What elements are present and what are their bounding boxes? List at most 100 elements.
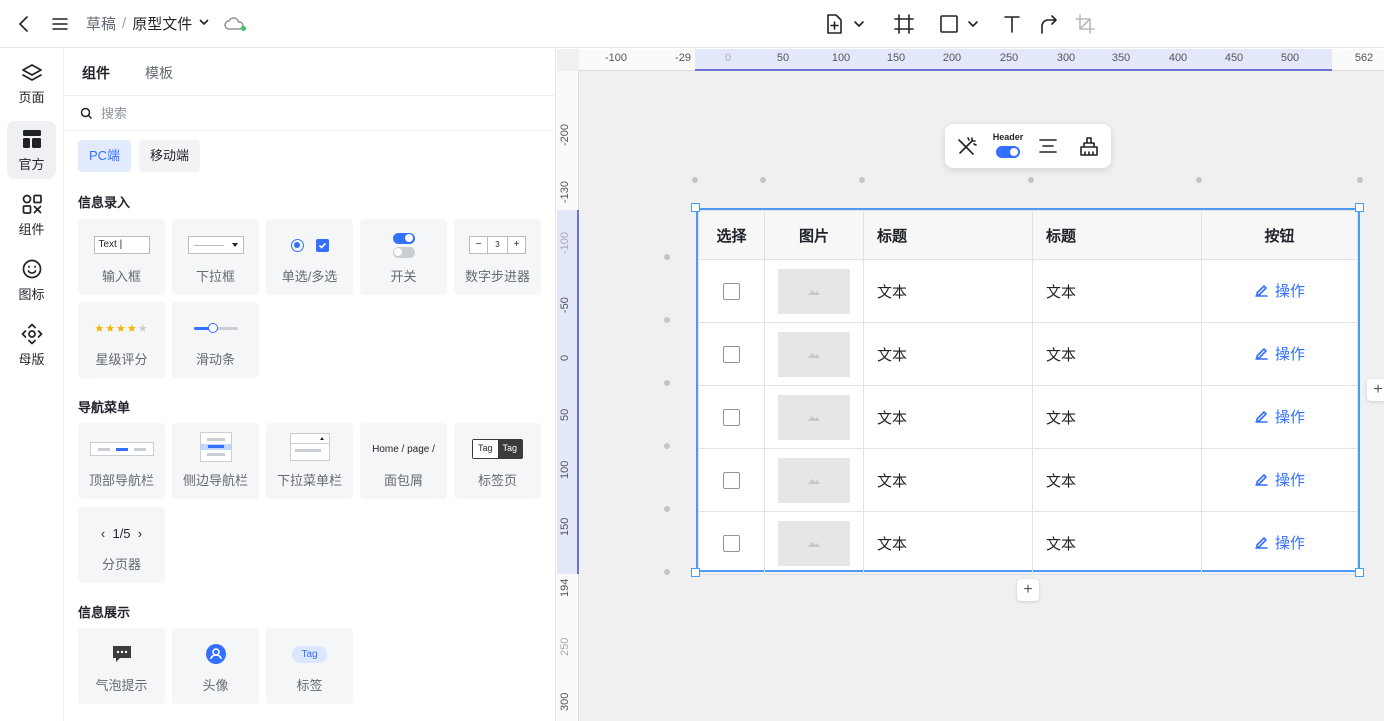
crop-tool-icon[interactable] <box>1073 12 1097 36</box>
row-checkbox[interactable] <box>723 345 740 363</box>
column-header[interactable]: 图片 <box>764 210 864 260</box>
breadcrumb-file-name[interactable]: 原型文件 <box>132 13 192 34</box>
chevron-down-icon[interactable] <box>198 15 210 32</box>
breadcrumb-draft[interactable]: 草稿 <box>86 13 116 34</box>
component-card-sidenav[interactable]: 侧边导航栏 <box>172 423 259 499</box>
component-card-slider[interactable]: 滑动条 <box>172 302 259 378</box>
platform-pc[interactable]: PC端 <box>78 140 132 172</box>
row-checkbox[interactable] <box>723 282 740 300</box>
row-checkbox[interactable] <box>723 534 740 552</box>
component-card-breadcrumb[interactable]: Home / page / 面包屑 <box>360 423 447 499</box>
component-card-stepper[interactable]: − 3 + 数字步进器 <box>454 219 541 295</box>
card-label: 头像 <box>202 678 229 693</box>
menu-icon[interactable] <box>48 12 72 36</box>
component-card-switch[interactable]: 开关 <box>360 219 447 295</box>
column-header[interactable]: 标题 <box>1032 210 1202 260</box>
column-header[interactable]: 按钮 <box>1201 210 1358 260</box>
row-handle-dot[interactable] <box>664 569 670 575</box>
component-card-tabs[interactable]: Tag Tag 标签页 <box>454 423 541 499</box>
panel-tabs: 组件 模板 <box>82 63 173 83</box>
row-handle-dot[interactable] <box>664 254 670 260</box>
rail-item-pages[interactable]: 页面 <box>7 55 56 113</box>
card-label: 下拉菜单栏 <box>276 473 342 488</box>
component-card-tooltip[interactable]: 气泡提示 <box>78 628 165 704</box>
row-handle-dot[interactable] <box>664 317 670 323</box>
component-card-pagination[interactable]: ‹ 1/5 › 分页器 <box>78 507 165 583</box>
column-handle-dot[interactable] <box>1357 177 1363 183</box>
operation-link[interactable]: 操作 <box>1254 406 1305 427</box>
ruler-tick: 400 <box>1168 52 1188 64</box>
column-handle-dot[interactable] <box>1028 177 1034 183</box>
card-label: 标签页 <box>477 473 517 488</box>
ruler-tick: -29 <box>675 52 691 64</box>
table-cell: 文本 <box>863 259 1033 323</box>
operation-link[interactable]: 操作 <box>1254 469 1305 490</box>
rail-item-components[interactable]: 组件 <box>7 186 56 244</box>
component-card-topnav[interactable]: 顶部导航栏 <box>78 423 165 499</box>
frame-tool-icon[interactable] <box>892 12 916 36</box>
component-card-dropdown-menu[interactable]: 下拉菜单栏 <box>266 423 353 499</box>
row-handle-dot[interactable] <box>664 380 670 386</box>
design-canvas[interactable]: -100 -29 0 50 100 150 200 250 300 350 40… <box>557 49 1384 721</box>
card-label: 滑动条 <box>195 352 235 367</box>
tab-templates[interactable]: 模板 <box>145 63 173 83</box>
resize-handle-top-left[interactable] <box>691 203 700 212</box>
column-header[interactable]: 标题 <box>863 210 1033 260</box>
component-card-rating[interactable]: ★★★★ ★ 星级评分 <box>78 302 165 378</box>
edit-icon <box>1255 348 1268 360</box>
operation-label: 操作 <box>1274 409 1305 426</box>
column-handle-dot[interactable] <box>1196 177 1202 183</box>
rail-item-official[interactable]: 官方 <box>7 121 56 179</box>
clear-format-icon[interactable] <box>1077 134 1101 158</box>
search-input[interactable] <box>101 105 401 121</box>
section-title-display: 信息展示 <box>78 605 131 620</box>
component-card-radio-checkbox[interactable]: 单选/多选 <box>266 219 353 295</box>
operation-label: 操作 <box>1274 472 1305 489</box>
align-center-icon[interactable] <box>1036 134 1060 158</box>
row-handle-dot[interactable] <box>664 443 670 449</box>
column-handle-dot[interactable] <box>692 177 698 183</box>
ruler-tick: 100 <box>831 52 851 64</box>
table-cell: 文本 <box>863 322 1033 386</box>
rail-item-icons[interactable]: 图标 <box>7 251 56 309</box>
column-header[interactable]: 选择 <box>698 210 765 260</box>
operation-link[interactable]: 操作 <box>1254 343 1305 364</box>
resize-handle-bottom-left[interactable] <box>691 568 700 577</box>
breadcrumb: 草稿 / 原型文件 <box>86 13 210 34</box>
column-handle-dot[interactable] <box>760 177 766 183</box>
text-tool-icon[interactable] <box>1000 12 1024 36</box>
add-row-button[interactable]: + <box>1017 579 1039 601</box>
image-placeholder-icon <box>778 331 850 377</box>
ruler-tick: -100 <box>604 52 628 64</box>
add-page-icon[interactable] <box>824 12 868 36</box>
back-icon[interactable] <box>12 12 36 36</box>
resize-handle-top-right[interactable] <box>1355 203 1364 212</box>
component-card-tag[interactable]: Tag 标签 <box>266 628 353 704</box>
row-handle-dot[interactable] <box>664 506 670 512</box>
switch-off-icon <box>392 246 415 258</box>
platform-mobile[interactable]: 移动端 <box>139 140 201 172</box>
stepper-minus: − <box>470 237 488 253</box>
rail-item-master[interactable]: 母版 <box>7 316 56 374</box>
operation-link[interactable]: 操作 <box>1254 532 1305 553</box>
component-card-avatar[interactable]: 头像 <box>172 628 259 704</box>
table-context-toolbar: Header <box>945 124 1111 168</box>
rail-item-label: 页面 <box>18 89 45 105</box>
row-checkbox[interactable] <box>723 471 740 489</box>
left-rail: 页面 官方 组件 图标 母版 <box>0 49 64 721</box>
edit-icon <box>1255 474 1268 486</box>
add-column-button[interactable]: + <box>1367 379 1384 401</box>
pen-tool-icon[interactable] <box>1037 12 1061 36</box>
table-component[interactable]: 选择 图片 标题 标题 按钮 文本 文本 操作 文本 文本 操作 文本 文本 操… <box>696 208 1360 575</box>
resize-handle-bottom-right[interactable] <box>1355 568 1364 577</box>
header-toggle[interactable]: Header <box>991 132 1025 162</box>
operation-link[interactable]: 操作 <box>1254 280 1305 301</box>
component-card-select[interactable]: 下拉框 <box>172 219 259 295</box>
rectangle-tool-icon[interactable] <box>938 12 982 36</box>
column-handle-dot[interactable] <box>859 177 865 183</box>
stepper-thumb: − 3 + <box>469 236 526 254</box>
magic-wand-icon[interactable] <box>955 134 979 158</box>
row-checkbox[interactable] <box>723 408 740 426</box>
tab-components[interactable]: 组件 <box>82 63 110 83</box>
component-card-input[interactable]: Text | 输入框 <box>78 219 165 295</box>
